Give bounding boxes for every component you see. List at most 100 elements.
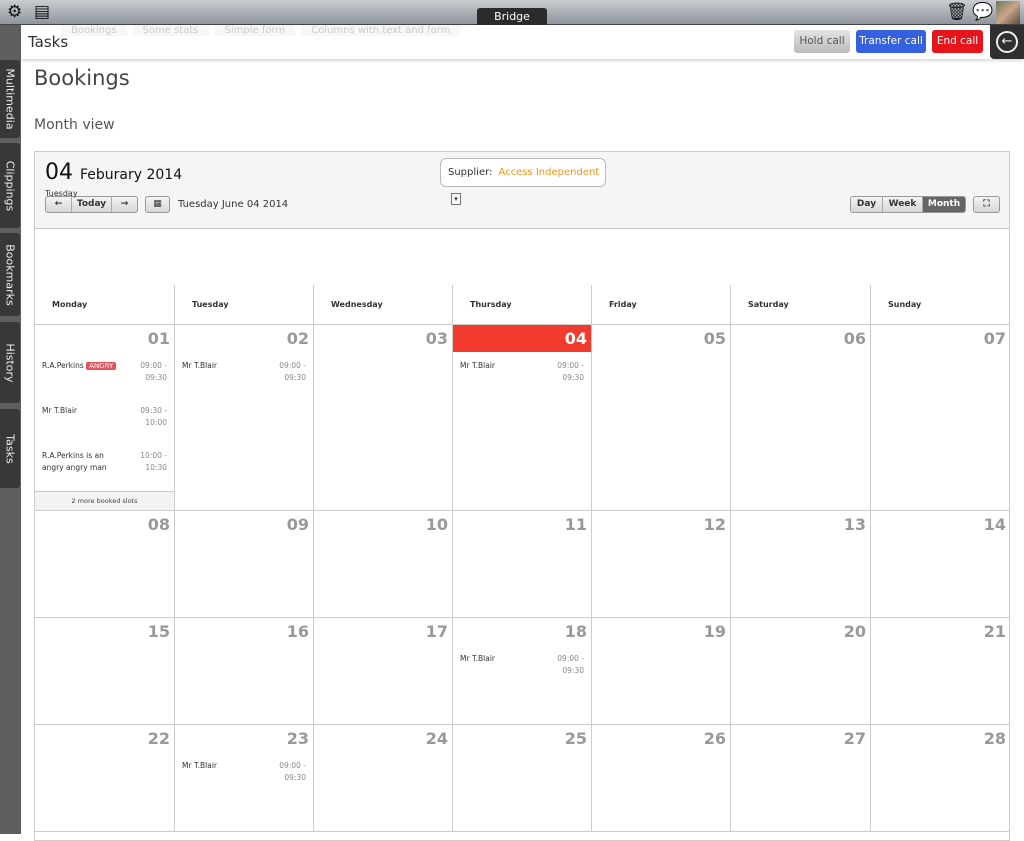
user-avatar[interactable]: [996, 1, 1020, 24]
day-cell[interactable]: 26: [592, 725, 731, 832]
booking-time: 09:00 - 09:30: [140, 361, 167, 382]
day-number: 03: [425, 329, 448, 348]
day-cell[interactable]: 13: [731, 511, 871, 618]
selected-date: 04 Feburary 2014: [45, 160, 182, 185]
view-week-button[interactable]: Week: [883, 197, 923, 212]
day-cell[interactable]: 14: [871, 511, 1010, 618]
day-cell[interactable]: 08: [35, 511, 175, 618]
day-number: 06: [843, 329, 866, 348]
day-cell[interactable]: 04 Mr T.Blair 09:00 - 09:30: [453, 325, 592, 511]
view-month-button[interactable]: Month: [923, 197, 965, 212]
day-cell[interactable]: 28: [871, 725, 1010, 832]
day-cell[interactable]: 07: [871, 325, 1010, 511]
booking-time: 09:00 - 09:30: [557, 361, 584, 382]
calendar-picker-button[interactable]: ▦: [145, 196, 170, 213]
day-cell[interactable]: 16: [175, 618, 314, 725]
header-title: Tasks: [28, 33, 69, 51]
weekday-header: Saturday: [731, 285, 871, 325]
day-cell[interactable]: 15: [35, 618, 175, 725]
notes-icon[interactable]: ▤: [34, 3, 50, 22]
day-cell[interactable]: 12: [592, 511, 731, 618]
day-number: 09: [286, 515, 309, 534]
weekday-header: Friday: [592, 285, 731, 325]
app-title-tab: Bridge: [477, 8, 547, 25]
tab-columns[interactable]: Columns with text and form: [301, 25, 461, 36]
day-cell[interactable]: 19: [592, 618, 731, 725]
day-cell[interactable]: 03: [314, 325, 453, 511]
next-button[interactable]: →: [112, 197, 137, 212]
day-number: 24: [425, 729, 448, 748]
sidebar-tab-clippings[interactable]: Clippings: [0, 143, 20, 228]
booking-event[interactable]: R.A.Perkins ANGRY 09:00 - 09:30: [42, 360, 167, 382]
day-cell[interactable]: 05: [592, 325, 731, 511]
selected-month: Feburary 2014: [80, 167, 183, 183]
day-cell[interactable]: 02 Mr T.Blair 09:00 - 09:30: [175, 325, 314, 511]
day-number: 02: [286, 329, 309, 348]
day-cell[interactable]: 11: [453, 511, 592, 618]
day-cell[interactable]: 06: [731, 325, 871, 511]
day-number: 12: [703, 515, 726, 534]
booking-time: 09:30 - 10:00: [140, 406, 167, 427]
background-tabs: Bookings Some stats Simple form Columns …: [61, 25, 461, 36]
booking-time: 09:00 - 09:30: [557, 654, 584, 675]
speech-bubble-icon[interactable]: 💬: [972, 3, 993, 22]
tab-label: Bookmarks: [3, 243, 17, 306]
sidebar-tab-tasks[interactable]: Tasks: [0, 409, 20, 488]
tab-bookings[interactable]: Bookings: [61, 25, 127, 36]
hold-call-button[interactable]: Hold call: [794, 30, 850, 53]
day-cell[interactable]: 01 R.A.Perkins ANGRY 09:00 - 09:30 Mr T.Bla…: [35, 325, 175, 511]
tab-some-stats[interactable]: Some stats: [132, 25, 209, 36]
day-number: 16: [286, 622, 309, 641]
sidebar-tab-bookmarks[interactable]: Bookmarks: [0, 233, 20, 316]
day-number: 11: [564, 515, 587, 534]
today-button[interactable]: Today: [72, 197, 112, 212]
sidebar-tab-multimedia[interactable]: Multimedia: [0, 60, 20, 138]
booking-name: Mr T.Blair: [42, 406, 78, 415]
day-number: 23: [286, 729, 309, 748]
sidebar-tab-history[interactable]: History: [0, 322, 20, 403]
more-slots-link[interactable]: 2 more booked slots: [35, 491, 174, 510]
booking-time: 10:00 - 10:30: [140, 451, 167, 472]
day-number: 13: [843, 515, 866, 534]
day-cell[interactable]: 22: [35, 725, 175, 832]
transfer-call-button[interactable]: Transfer call: [856, 30, 926, 53]
day-number: 07: [983, 329, 1006, 348]
weekday-header: Tuesday: [175, 285, 314, 325]
booking-event[interactable]: Mr T.Blair 09:00 - 09:30: [460, 653, 584, 675]
day-cell[interactable]: 09: [175, 511, 314, 618]
current-date: Tuesday June 04 2014: [178, 199, 289, 210]
day-cell[interactable]: 25: [453, 725, 592, 832]
booking-name: R.A.Perkins is an angry angry man: [42, 451, 107, 472]
supplier-select[interactable]: Supplier: Access Independent ▾: [440, 158, 606, 205]
booking-event[interactable]: R.A.Perkins is an angry angry man 10:00 -…: [42, 450, 167, 474]
booking-event[interactable]: Mr T.Blair 09:00 - 09:30: [182, 760, 306, 782]
booking-name: Mr T.Blair: [182, 361, 218, 370]
fullscreen-button[interactable]: ⛶: [973, 196, 1000, 213]
day-cell[interactable]: 20: [731, 618, 871, 725]
weekday-header: Wednesday: [314, 285, 453, 325]
view-day-button[interactable]: Day: [851, 197, 883, 212]
day-number: 22: [147, 729, 170, 748]
day-number: 28: [983, 729, 1006, 748]
day-cell[interactable]: 21: [871, 618, 1010, 725]
day-cell[interactable]: 18 Mr T.Blair 09:00 - 09:30: [453, 618, 592, 725]
day-cell[interactable]: 10: [314, 511, 453, 618]
supplier-value: Access Independent: [498, 167, 600, 178]
tab-simple-form[interactable]: Simple form: [214, 25, 296, 36]
prev-button[interactable]: ←: [46, 197, 72, 212]
day-number: 18: [564, 622, 587, 641]
day-cell[interactable]: 24: [314, 725, 453, 832]
day-cell[interactable]: 17: [314, 618, 453, 725]
day-cell[interactable]: 27: [731, 725, 871, 832]
booking-time: 09:00 - 09:30: [279, 761, 306, 782]
tab-label: Multimedia: [3, 68, 17, 130]
end-call-button[interactable]: End call: [932, 30, 983, 53]
tab-label: Clippings: [3, 160, 17, 211]
day-cell[interactable]: 23 Mr T.Blair 09:00 - 09:30: [175, 725, 314, 832]
booking-event[interactable]: Mr T.Blair 09:00 - 09:30: [182, 360, 306, 382]
trash-icon[interactable]: 🗑: [946, 3, 968, 22]
back-button[interactable]: ←: [990, 25, 1024, 59]
booking-event[interactable]: Mr T.Blair 09:00 - 09:30: [460, 360, 584, 382]
gear-icon[interactable]: ⚙: [7, 3, 22, 22]
booking-event[interactable]: Mr T.Blair 09:30 - 10:00: [42, 405, 167, 427]
